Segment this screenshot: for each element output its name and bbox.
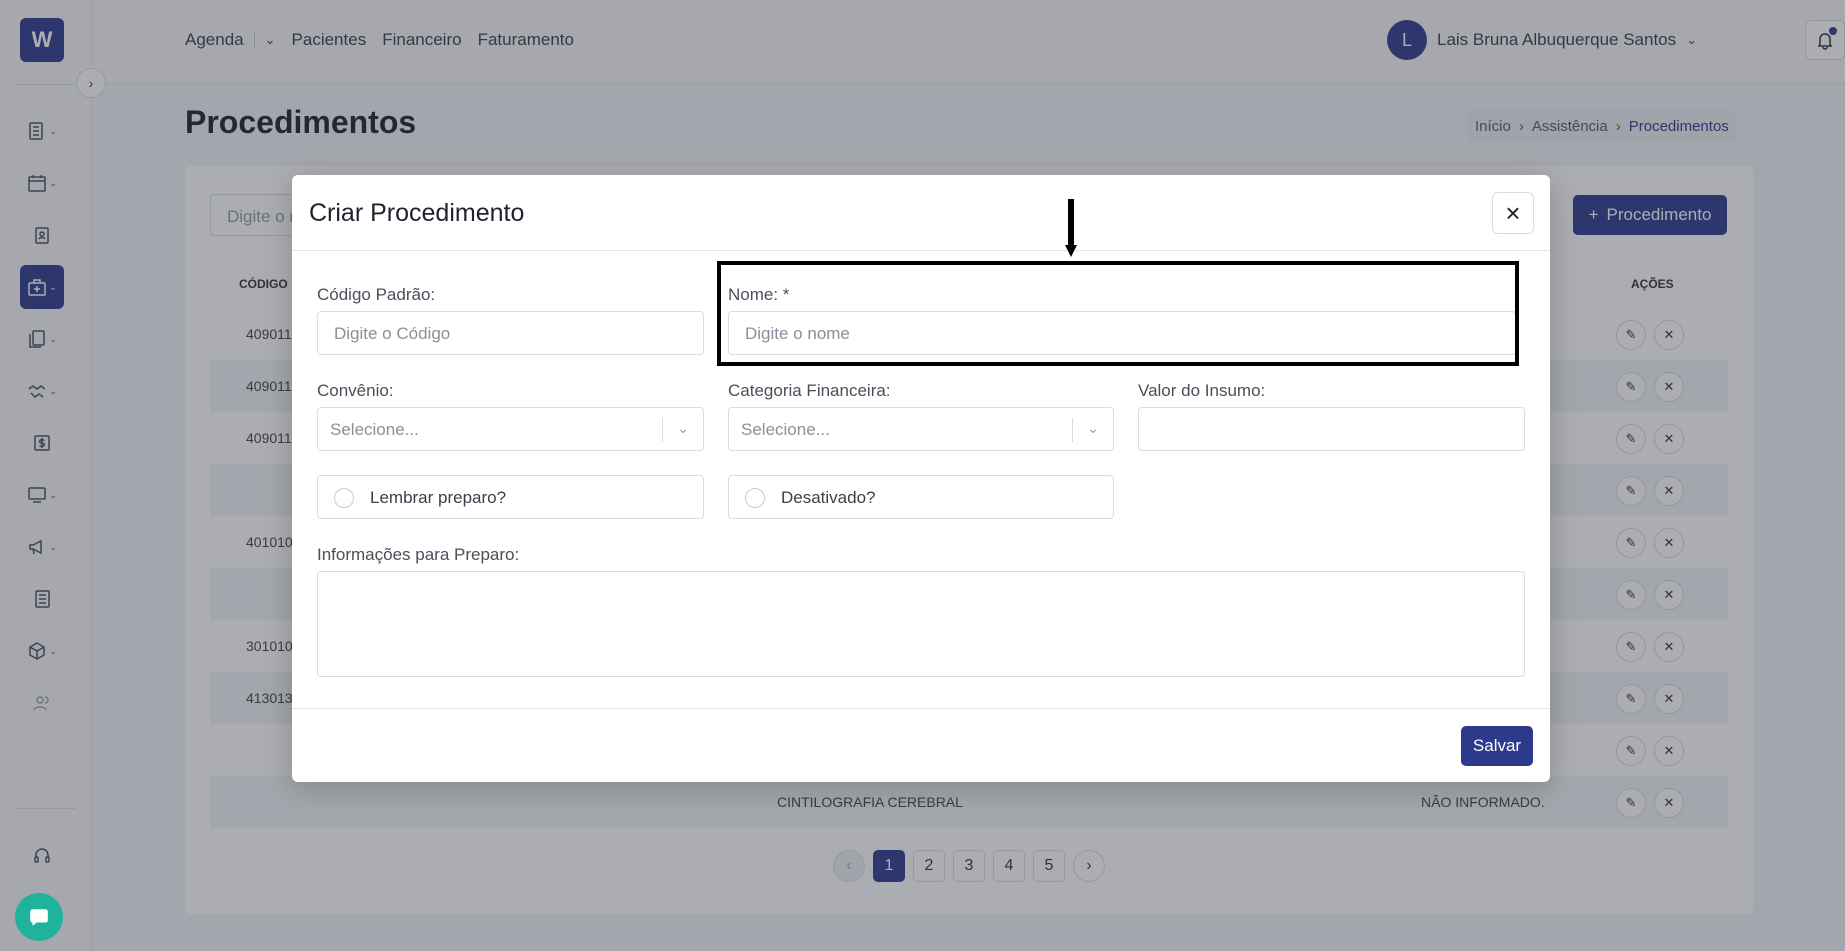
arrow-indicator [1068, 199, 1074, 249]
modal-header: Criar Procedimento × [292, 175, 1550, 251]
select-divider [1072, 418, 1073, 442]
info-preparo-textarea[interactable] [317, 571, 1525, 677]
categoria-label: Categoria Financeira: [728, 381, 891, 400]
convenio-select[interactable]: Selecione... ⌄ [317, 407, 704, 451]
info-preparo-label: Informações para Preparo: [317, 545, 520, 564]
arrow-head [1065, 245, 1077, 257]
create-procedure-modal: Criar Procedimento × Código Padrão: Digi… [292, 175, 1550, 782]
convenio-label: Convênio: [317, 381, 394, 400]
close-icon: × [1505, 197, 1521, 228]
chevron-down-icon: ⌄ [677, 420, 689, 436]
chat-button[interactable] [15, 893, 63, 941]
categoria-value: Selecione... [741, 420, 830, 439]
close-button[interactable]: × [1492, 192, 1534, 234]
chevron-down-icon: ⌄ [1087, 420, 1099, 436]
valor-input[interactable] [1138, 407, 1525, 451]
categoria-select[interactable]: Selecione... ⌄ [728, 407, 1114, 451]
modal-footer-divider [292, 708, 1550, 709]
codigo-label: Código Padrão: [317, 285, 436, 304]
select-divider [662, 418, 663, 442]
desativado-label: Desativado? [781, 488, 876, 507]
checkbox-circle [745, 488, 765, 508]
valor-label: Valor do Insumo: [1138, 381, 1266, 400]
convenio-value: Selecione... [330, 420, 419, 439]
desativado-checkbox[interactable]: Desativado? [728, 475, 1114, 519]
modal-title: Criar Procedimento [309, 199, 525, 227]
highlight-box [717, 261, 1519, 366]
chat-icon [30, 909, 48, 926]
codigo-input[interactable]: Digite o Código [317, 311, 704, 355]
lembrar-preparo-checkbox[interactable]: Lembrar preparo? [317, 475, 704, 519]
checkbox-circle [334, 488, 354, 508]
save-button[interactable]: Salvar [1461, 726, 1533, 766]
lembrar-preparo-label: Lembrar preparo? [370, 488, 507, 507]
